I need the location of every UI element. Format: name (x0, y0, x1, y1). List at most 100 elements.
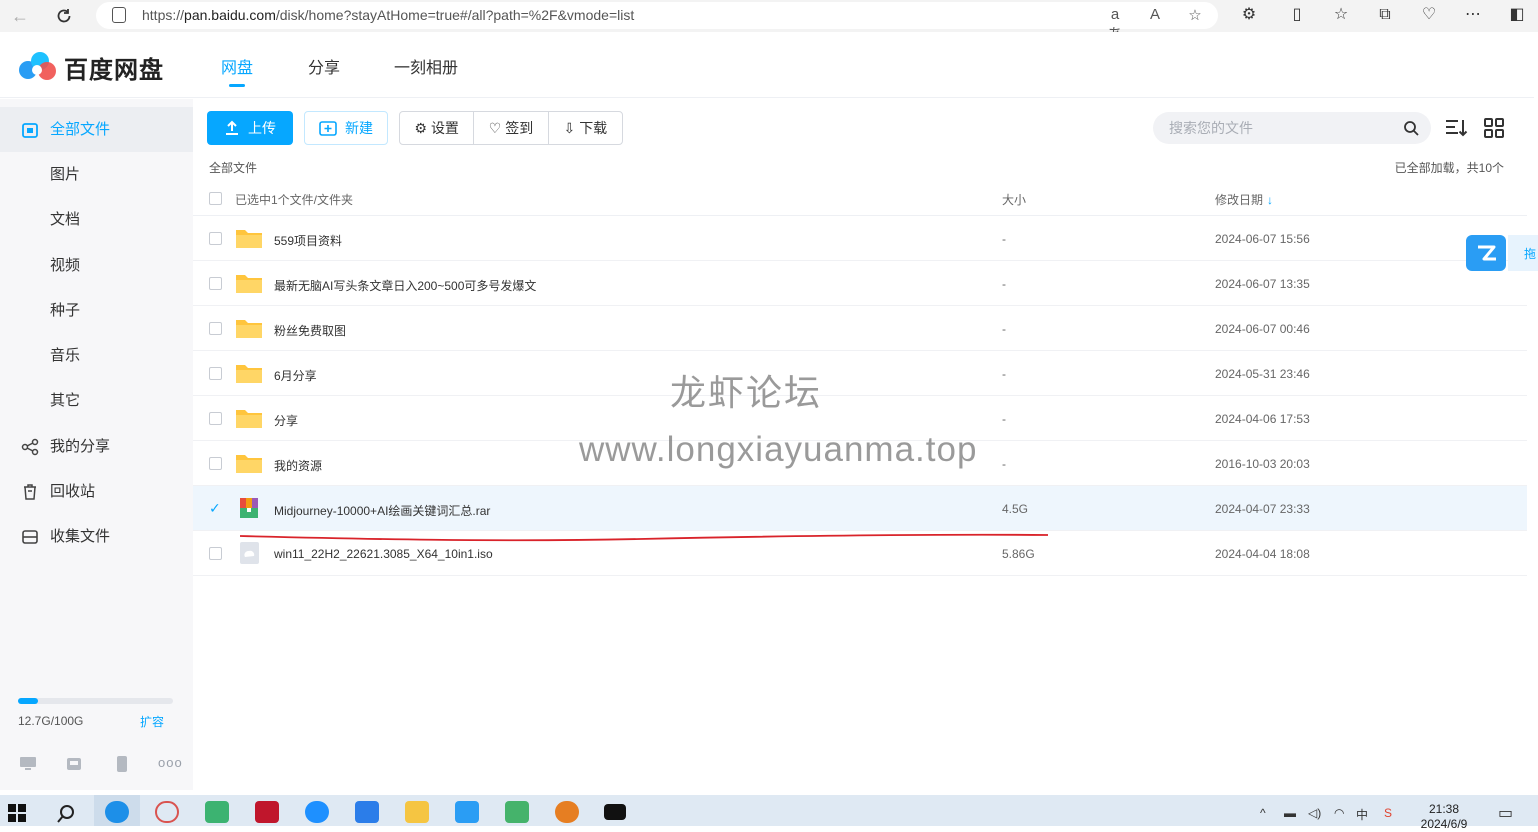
column-header-date[interactable]: 修改日期 ↓ (1215, 191, 1273, 208)
row-checkbox[interactable] (209, 547, 222, 560)
sidebar-item-my-shares[interactable]: 我的分享 (0, 424, 193, 469)
app-header: 百度网盘 网盘 分享 一刻相册 (0, 32, 1534, 98)
device-icon[interactable] (64, 755, 84, 773)
folder-icon (236, 410, 262, 428)
row-checkbox[interactable] (209, 412, 222, 425)
row-checkbox[interactable] (209, 367, 222, 380)
file-name[interactable]: 6月分享 (274, 367, 317, 384)
more-options-icon[interactable]: ooo (158, 755, 182, 773)
search-input[interactable] (1169, 118, 1389, 138)
cloud-widget-icon[interactable] (1466, 235, 1506, 271)
file-row[interactable]: ✓ Midjourney-10000+AI绘画关键词汇总.rar 4.5G 2024-… (193, 486, 1527, 531)
row-checkbox[interactable] (209, 232, 222, 245)
tray-overflow-icon[interactable]: ^ (1260, 806, 1266, 820)
read-aloud-icon[interactable]: A (1144, 6, 1166, 23)
mobile-app-icon[interactable] (112, 755, 132, 773)
download-button[interactable]: ⇩ 下载 (549, 112, 622, 144)
notes-app-2-icon[interactable] (505, 801, 529, 823)
file-name[interactable]: 粉丝免费取图 (274, 322, 346, 339)
feishu-app-icon[interactable] (355, 801, 379, 823)
file-modified-date: 2016-10-03 20:03 (1215, 457, 1310, 471)
file-name[interactable]: 559项目资料 (274, 232, 342, 249)
file-modified-date: 2024-06-07 15:56 (1215, 232, 1310, 246)
collections-icon[interactable]: ⧉ (1374, 4, 1396, 26)
file-explorer-icon[interactable] (405, 801, 429, 823)
jetbrains-ide-icon[interactable] (255, 801, 279, 823)
media-app-icon[interactable] (555, 801, 579, 823)
drag-upload-tab[interactable]: 拖 (1508, 235, 1538, 271)
snipping-tool-icon[interactable] (155, 801, 179, 823)
refresh-icon[interactable] (52, 4, 76, 28)
row-checkbox[interactable] (209, 322, 222, 335)
sidebar-item-music[interactable]: 音乐 (0, 333, 193, 378)
sidebar-item-images[interactable]: 图片 (0, 152, 193, 197)
file-name[interactable]: 最新无脑AI写头条文章日入200~500可多号发爆文 (274, 277, 536, 294)
split-screen-icon[interactable]: ▯ (1286, 4, 1308, 26)
favorites-icon[interactable]: ☆ (1330, 4, 1352, 26)
breadcrumb[interactable]: 全部文件 (209, 159, 257, 176)
more-menu-icon[interactable]: ⋯ (1462, 4, 1484, 26)
taskbar-search-icon[interactable] (56, 804, 76, 824)
grid-view-icon[interactable] (1482, 116, 1506, 140)
column-header-size[interactable]: 大小 (1002, 191, 1026, 208)
extensions-icon[interactable]: ⚙ (1238, 4, 1260, 26)
tab-netdisk[interactable]: 网盘 (221, 54, 253, 78)
baidu-netdisk-taskbar-icon[interactable] (455, 801, 479, 823)
file-row[interactable]: 最新无脑AI写头条文章日入200~500可多号发爆文 - 2024-06-07 13… (193, 261, 1527, 306)
file-name[interactable]: win11_22H2_22621.3085_X64_10in1.iso (274, 547, 493, 561)
folder-icon (236, 230, 262, 248)
desktop-client-icon[interactable] (18, 755, 38, 773)
edge-browser-icon[interactable] (105, 801, 129, 823)
vpn-app-icon[interactable] (305, 801, 329, 823)
sidebar-item-recycle-bin[interactable]: 回收站 (0, 469, 193, 514)
row-checkbox[interactable] (209, 277, 222, 290)
favorite-star-icon[interactable]: ☆ (1184, 6, 1206, 24)
windows-start-icon[interactable] (8, 804, 26, 822)
checkin-button[interactable]: ♡ 签到 (474, 112, 549, 144)
notes-app-icon[interactable] (205, 801, 229, 823)
sidebar-item-collect-files[interactable]: 收集文件 (0, 514, 193, 559)
sidebar-item-docs[interactable]: 文档 (0, 197, 193, 242)
select-all-checkbox[interactable] (209, 192, 222, 205)
taskbar-clock[interactable]: 21:38 2024/6/9 (1414, 802, 1474, 832)
address-bar[interactable]: https://pan.baidu.com/disk/home?stayAtHo… (96, 2, 1218, 43)
battery-icon[interactable]: ▬ (1284, 806, 1296, 820)
notification-center-icon[interactable]: ▭ (1498, 803, 1513, 823)
file-name[interactable]: Midjourney-10000+AI绘画关键词汇总.rar (274, 502, 490, 519)
wifi-icon[interactable]: ◠ (1334, 806, 1344, 820)
new-folder-button[interactable]: 新建 (304, 111, 388, 145)
file-row[interactable]: 粉丝免费取图 - 2024-06-07 00:46 (193, 306, 1527, 351)
sidebar-item-label: 种子 (50, 302, 81, 319)
sidebar-item-videos[interactable]: 视频 (0, 243, 193, 288)
file-modified-date: 2024-06-07 13:35 (1215, 277, 1310, 291)
volume-icon[interactable]: ◁) (1308, 806, 1321, 820)
back-icon[interactable]: ← (8, 4, 32, 28)
tab-album[interactable]: 一刻相册 (394, 54, 458, 78)
file-row[interactable]: 559项目资料 - 2024-06-07 15:56 (193, 216, 1527, 261)
upload-button[interactable]: 上传 (207, 111, 293, 145)
file-name[interactable]: 分享 (274, 412, 298, 429)
sort-icon[interactable] (1444, 116, 1468, 140)
sidebar-item-label: 回收站 (50, 483, 96, 500)
sidebar-toggle-icon[interactable]: ◧ (1506, 4, 1528, 26)
row-checkbox[interactable] (209, 457, 222, 470)
row-checkbox[interactable]: ✓ (209, 501, 222, 515)
file-name[interactable]: 我的资源 (274, 457, 322, 474)
file-size: 5.86G (1002, 547, 1035, 561)
file-size: - (1002, 457, 1006, 471)
file-row[interactable]: 6月分享 - 2024-05-31 23:46 (193, 351, 1527, 396)
search-icon[interactable] (1403, 120, 1419, 136)
sidebar-item-label: 文档 (50, 211, 81, 228)
tab-share[interactable]: 分享 (308, 54, 340, 78)
archive-file-icon (240, 498, 258, 518)
antivirus-icon[interactable]: S (1384, 806, 1392, 820)
sidebar-item-all-files[interactable]: 全部文件 (0, 107, 193, 152)
terminal-icon[interactable] (604, 804, 626, 820)
settings-button[interactable]: ⚙ 设置 (400, 112, 475, 144)
sidebar-item-torrents[interactable]: 种子 (0, 288, 193, 333)
sidebar-item-other[interactable]: 其它 (0, 378, 193, 423)
input-method-icon[interactable]: 中 (1356, 806, 1368, 823)
loaded-count-text: 已全部加载，共10个 (1394, 161, 1504, 175)
browser-essentials-icon[interactable]: ♡ (1418, 4, 1440, 26)
expand-storage-link[interactable]: 扩容 (140, 713, 164, 730)
